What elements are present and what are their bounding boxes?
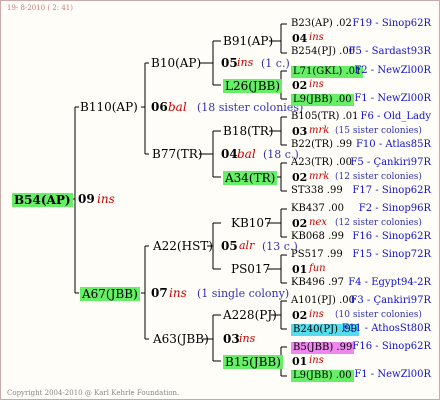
g4-gen: 02 xyxy=(292,309,308,322)
g2-a63-queen[interactable]: A63(JBB) xyxy=(153,333,209,345)
g4-bottom-origin: F16 - Sinop62R xyxy=(352,231,431,242)
g2-b77-gen: 04 xyxy=(221,147,238,161)
g2-a22-note: alr xyxy=(239,239,255,252)
g4-note: ins xyxy=(309,32,324,43)
g4-gen: 03 xyxy=(292,125,308,138)
g4-gen: 02 xyxy=(292,171,308,184)
g1-lower-note: ins xyxy=(169,286,187,300)
g2-a63-note: ins xyxy=(239,332,256,345)
g4-gen: 02 xyxy=(292,217,308,230)
g3-a34[interactable]: A34(TR) xyxy=(223,171,278,185)
g4-top-origin: F2 - Sinop96R xyxy=(358,203,431,214)
g4-top-origin: F16 - Sinop62R xyxy=(352,341,431,352)
g4-bottom-origin: F1 - NewZl00R xyxy=(354,369,431,380)
g4-top-queen[interactable]: A101(PJ) .00 xyxy=(291,296,355,306)
g4-sisters: (12 sister colonies) xyxy=(335,172,422,182)
g3-b15[interactable]: B15(JBB) xyxy=(223,355,283,369)
g4-bottom-queen[interactable]: B254(PJ) .00 xyxy=(291,47,355,57)
g4-bottom-queen[interactable]: ST338 .99 xyxy=(291,186,343,196)
g2-a22-queen[interactable]: A22(HST) xyxy=(153,240,213,252)
g4-sisters: (10 sister colonies) xyxy=(335,310,422,320)
copyright-footer: Copyright 2004-2010 @ Karl Kehrle Founda… xyxy=(7,389,180,397)
g3-a228[interactable]: A228(PJ) xyxy=(223,309,277,321)
g4-top-origin: F5 - Çankiri97R xyxy=(350,157,431,168)
g4-bottom-origin: F11 - AthosSt80R xyxy=(341,323,431,334)
g1-lower-gen: 07 xyxy=(151,286,168,300)
g4-gen: 01 xyxy=(292,355,308,368)
g4-top-queen[interactable]: PS517 .99 xyxy=(291,250,343,260)
g2-b10-gen: 05 xyxy=(221,56,238,70)
g4-top-queen[interactable]: A23(TR) .00 xyxy=(291,158,352,168)
g1-upper-note: bal xyxy=(168,100,187,114)
g3-kb107[interactable]: KB107 xyxy=(231,217,272,229)
g4-note: mrk xyxy=(309,125,330,136)
g4-sisters: (12 sister colonies) xyxy=(335,218,422,228)
g4-gen: 01 xyxy=(292,263,308,276)
g4-gen: 02 xyxy=(292,79,308,92)
g4-bottom-queen[interactable]: L9(JBB) .00 xyxy=(291,370,354,382)
date-header: 19- 8-2010 ( 2: 41) xyxy=(7,4,73,12)
g4-bottom-origin: F10 - Atlas85R xyxy=(355,139,431,150)
root-note: ins xyxy=(97,192,115,206)
g4-note: mrk xyxy=(309,171,330,182)
g3-b91[interactable]: B91(AP) xyxy=(223,35,273,47)
g1-upper-queen[interactable]: B110(AP) xyxy=(80,101,138,113)
g2-a22-gen: 05 xyxy=(221,239,238,253)
pedigree-frame: 19- 8-2010 ( 2: 41) B54(AP) 09 ins B110(… xyxy=(0,0,440,400)
g4-top-origin: F15 - Sinop72R xyxy=(352,249,431,260)
g2-b10-queen[interactable]: B10(AP) xyxy=(151,57,201,69)
g4-note: ins xyxy=(309,355,324,366)
g4-bottom-queen[interactable]: KB496 .97 xyxy=(291,278,344,288)
root-gen: 09 xyxy=(78,192,95,206)
g4-note: fun xyxy=(309,263,326,274)
g4-top-origin: F19 - Sinop62R xyxy=(352,18,431,29)
g4-note: ins xyxy=(309,79,324,90)
g4-gen: 04 xyxy=(292,32,308,45)
g3-l26[interactable]: L26(JBB) xyxy=(223,79,283,93)
g4-bottom-queen[interactable]: L9(JBB) .00 xyxy=(291,94,354,106)
g4-bottom-origin: F5 - Sardast93R xyxy=(348,46,431,57)
g4-bottom-origin: F4 - Egypt94-2R xyxy=(348,277,431,288)
g1-upper-gen: 06 xyxy=(151,100,168,114)
g4-top-queen[interactable]: B5(JBB) .99 xyxy=(291,342,355,354)
g1-lower-queen[interactable]: A67(JBB) xyxy=(80,287,140,301)
g2-b10-sisters: (1 c.) xyxy=(261,57,290,70)
g4-sisters: (15 sister colonies) xyxy=(335,126,422,136)
g4-top-queen[interactable]: B23(AP) .02 xyxy=(291,19,352,29)
g4-bottom-queen[interactable]: KB068 .99 xyxy=(291,232,344,242)
g1-upper-sisters: (18 sister colonies) xyxy=(197,101,304,114)
g4-bottom-origin: F17 - Sinop62R xyxy=(352,185,431,196)
g4-top-queen[interactable]: KB437 .00 xyxy=(291,204,344,214)
g4-top-origin: F2 - NewZl00R xyxy=(354,65,431,76)
g4-note: ins xyxy=(309,309,324,320)
g2-b10-note: ins xyxy=(237,56,254,69)
root-queen[interactable]: B54(AP) xyxy=(12,193,73,207)
g4-bottom-queen[interactable]: B22(TR) .99 xyxy=(291,140,352,150)
g4-top-queen[interactable]: L71(GKL) .01 xyxy=(291,66,364,78)
g3-ps017[interactable]: PS017 xyxy=(231,263,270,275)
g2-a63-gen: 03 xyxy=(223,332,240,346)
g4-top-origin: F6 - Old_Lady xyxy=(360,111,432,122)
g2-b77-note: bal xyxy=(237,147,256,161)
g4-top-origin: F3 - Çankiri97R xyxy=(350,295,431,306)
g1-lower-sisters: (1 single colony) xyxy=(197,287,290,300)
g4-bottom-origin: F1 - NewZl00R xyxy=(354,93,431,104)
g4-note: nex xyxy=(309,217,327,228)
g4-top-queen[interactable]: B105(TR) .01 xyxy=(291,112,359,122)
g3-b18[interactable]: B18(TR) xyxy=(223,125,274,137)
g2-b77-queen[interactable]: B77(TR) xyxy=(152,148,203,160)
